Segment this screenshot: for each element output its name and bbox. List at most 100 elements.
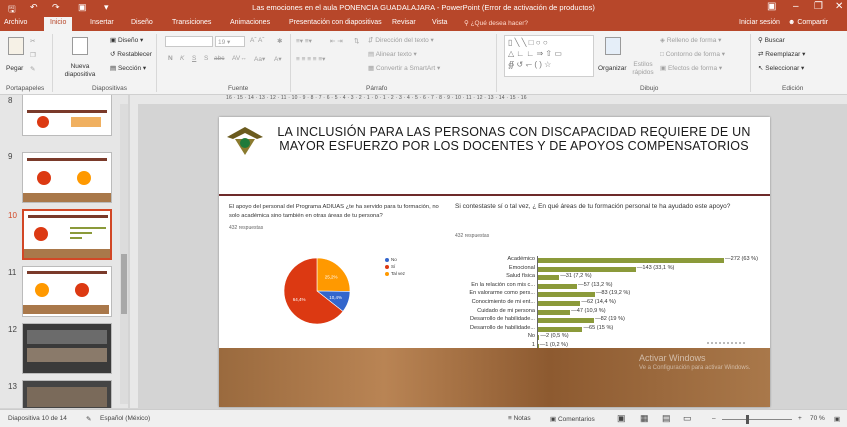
shadow-icon[interactable]: S	[204, 55, 208, 62]
tab-transiciones[interactable]: Transiciones	[172, 19, 211, 26]
copy-icon[interactable]: ❐	[30, 51, 36, 59]
thumb-wood	[23, 305, 109, 314]
slide-thumbnail-12[interactable]	[22, 323, 112, 374]
cut-icon[interactable]: ✂	[30, 37, 35, 45]
thumbnail-number: 12	[8, 325, 17, 334]
bold-icon[interactable]: N	[168, 55, 173, 62]
share-label: Compartir	[797, 19, 829, 26]
zoom-slider[interactable]	[722, 419, 792, 420]
change-case-icon[interactable]: Aa▾	[254, 55, 265, 63]
italic-icon[interactable]: K	[180, 55, 184, 62]
shapes-gallery[interactable]: ▯ ╲ ╲ □ ○ ○ △ ∟ ∟ ⇒ ⇧ ▭ ∯ ↺ ↽ ( ) ☆	[504, 35, 594, 77]
tab-presentacion[interactable]: Presentación con diapositivas	[289, 19, 382, 26]
shape-fill-button[interactable]: ◈ Relleno de forma ▾	[660, 36, 721, 44]
strikethrough-icon[interactable]: abc	[214, 55, 224, 62]
zoom-in-icon[interactable]: +	[798, 415, 802, 422]
slide-thumbnail-9[interactable]	[22, 152, 112, 203]
close-icon[interactable]: ✕	[835, 1, 843, 12]
thumbnail-number: 13	[8, 382, 17, 391]
normal-view-icon[interactable]: ▣	[617, 413, 626, 424]
font-size-dropdown[interactable]: 19 ▾	[215, 36, 245, 47]
title-bar: 🖫 ↶ ↷ ▣ ▾ Las emociones en el aula PONEN…	[0, 0, 847, 17]
replace-label: Reemplazar	[765, 51, 801, 58]
bar	[538, 258, 724, 263]
shape-outline-button[interactable]: □ Contorno de forma ▾	[660, 50, 725, 58]
replace-button[interactable]: ⇄ Reemplazar ▾	[758, 50, 805, 58]
smartart-button[interactable]: ▦ Convertir a SmartArt ▾	[368, 64, 440, 72]
line-spacing-icon[interactable]: ⇅	[354, 37, 359, 45]
thumb-pie	[34, 227, 48, 241]
reset-label: Restablecer	[117, 51, 152, 58]
slide-thumbnail-8[interactable]	[22, 95, 112, 136]
editing-group-label: Edición	[782, 85, 804, 92]
language-indicator[interactable]: Español (México)	[100, 415, 150, 422]
spacing-icon[interactable]: AV↔	[232, 55, 247, 62]
paste-button[interactable]: Pegar	[6, 65, 23, 72]
underline-icon[interactable]: S	[192, 55, 196, 62]
fit-to-window-icon[interactable]: ▣	[834, 415, 840, 423]
find-button[interactable]: ⚲ Buscar	[758, 36, 785, 44]
paste-icon	[8, 37, 24, 55]
bar-category-label: En la relación con mis c...	[471, 281, 535, 288]
zoom-out-icon[interactable]: –	[712, 415, 716, 422]
divider	[750, 34, 751, 92]
layout-button[interactable]: ▣ Diseño ▾	[110, 36, 143, 44]
slide-thumbnail-11[interactable]	[22, 266, 112, 317]
ribbon-display-icon[interactable]: ▣	[767, 1, 776, 12]
zoom-level[interactable]: 70 %	[810, 415, 825, 422]
bar	[538, 301, 581, 306]
scrollbar-thumb[interactable]	[121, 254, 127, 314]
minimize-icon[interactable]: –	[793, 1, 799, 12]
bar-value-label: —83 (19,2 %)	[595, 290, 631, 297]
indent-icon[interactable]: ⇤ ⇥	[330, 37, 343, 45]
tab-insertar[interactable]: Insertar	[90, 19, 114, 26]
tab-revisar[interactable]: Revisar	[392, 19, 416, 26]
slide-thumbnail-10[interactable]	[22, 209, 112, 260]
shape-effects-button[interactable]: ▣ Efectos de forma ▾	[660, 64, 722, 72]
thumb-band	[27, 158, 107, 161]
tab-animaciones[interactable]: Animaciones	[230, 19, 270, 26]
select-button[interactable]: ↖ Seleccionar ▾	[758, 64, 804, 72]
font-size-value: 19	[218, 39, 226, 46]
slide-canvas[interactable]: LA INCLUSIÓN PARA LAS PERSONAS CON DISCA…	[219, 117, 770, 407]
tab-inicio[interactable]: Inicio	[44, 17, 73, 31]
font-color-icon[interactable]: A▾	[274, 55, 282, 63]
slideshow-view-icon[interactable]: ▭	[683, 413, 692, 424]
bullets-icon[interactable]: ≡▾ ≡▾	[296, 37, 312, 45]
align-icons[interactable]: ≡ ≡ ≡ ≡ ≡▾	[296, 55, 325, 63]
comments-label: Comentarios	[557, 416, 595, 423]
thumbnail-scrollbar[interactable]	[120, 104, 128, 404]
clear-format-icon[interactable]: ✱	[277, 37, 282, 45]
tab-vista[interactable]: Vista	[432, 19, 447, 26]
zoom-slider-handle[interactable]	[746, 415, 749, 424]
reset-button[interactable]: ↺ Restablecer	[110, 50, 152, 58]
grow-font-icon[interactable]: Aˆ Aˇ	[250, 37, 264, 44]
maximize-icon[interactable]: ❐	[814, 1, 823, 12]
thumbnail-number: 9	[8, 152, 13, 161]
share-button[interactable]: ☻ Compartir	[788, 19, 828, 26]
font-name-dropdown[interactable]	[165, 36, 213, 47]
thumb-bar	[70, 232, 92, 234]
tab-archivo[interactable]: Archivo	[4, 19, 27, 26]
spell-check-icon[interactable]: ✎	[86, 415, 91, 423]
notes-button[interactable]: ≡ Notas	[508, 415, 531, 422]
reading-view-icon[interactable]: ▤	[662, 413, 671, 424]
sorter-view-icon[interactable]: ▦	[640, 413, 649, 424]
bar-value-label: —272 (63 %)	[725, 256, 758, 262]
tell-me-box[interactable]: ⚲ ¿Qué desea hacer?	[464, 19, 528, 27]
slide-header: LA INCLUSIÓN PARA LAS PERSONAS CON DISCA…	[219, 117, 770, 194]
arrange-button[interactable]: Organizar	[598, 65, 627, 72]
section-button[interactable]: ▤ Sección ▾	[110, 64, 146, 72]
text-direction-button[interactable]: ⇵ Dirección del texto ▾	[368, 36, 434, 44]
new-slide-button[interactable]: Nueva diapositiva	[60, 63, 100, 79]
slide-thumbnail-panel: 8 9 10 11 12 13	[0, 95, 128, 408]
sign-in-link[interactable]: Iniciar sesión	[739, 19, 780, 26]
slide-title[interactable]: LA INCLUSIÓN PARA LAS PERSONAS CON DISCA…	[274, 125, 754, 153]
format-painter-icon[interactable]: ✎	[30, 65, 35, 73]
slide-thumbnail-13[interactable]	[22, 380, 112, 408]
tab-diseno[interactable]: Diseño	[131, 19, 153, 26]
comments-button[interactable]: ▣ Comentarios	[550, 415, 595, 423]
align-text-button[interactable]: ▤ Alinear texto ▾	[368, 50, 417, 58]
quick-styles-button[interactable]: Estilos rápidos	[630, 61, 656, 77]
bar-category-label: Conocimiento de mi ent...	[471, 299, 535, 305]
